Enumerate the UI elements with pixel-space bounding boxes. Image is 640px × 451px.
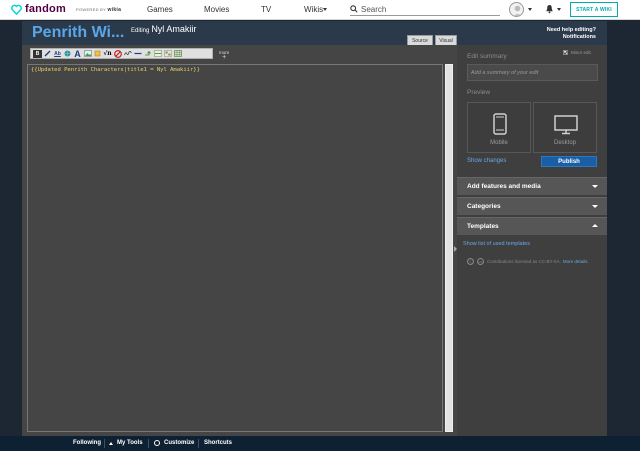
more-details-link[interactable]: More details. (563, 259, 589, 264)
nav-tv[interactable]: TV (261, 5, 271, 14)
textarea-scrollbar[interactable] (445, 64, 453, 432)
fandom-logo[interactable]: fandom (11, 3, 66, 15)
my-tools-button[interactable]: My Tools (109, 440, 143, 446)
nowiki-icon[interactable] (113, 49, 122, 58)
preview-desktop-button[interactable]: Desktop (533, 102, 597, 153)
source-toolbar: B Ab A √n (30, 48, 213, 59)
chevron-down-icon (592, 205, 598, 208)
search-icon (350, 5, 358, 13)
image-icon[interactable] (83, 50, 92, 58)
edit-rail: Edit summary Minor edit Add a summary of… (457, 45, 607, 436)
customize-button[interactable]: Customize (154, 440, 194, 446)
section-categories[interactable]: Categories (457, 197, 607, 215)
mobile-phone-icon (493, 113, 507, 135)
redirect-icon[interactable] (143, 50, 152, 58)
global-navigation: fandom POWERED BY wikia Games Movies TV … (0, 0, 640, 20)
global-footer-toolbar: Following My Tools Customize Shortcuts (0, 436, 640, 451)
editor-panel: B Ab A √n more + {{Updated Penrith Chara… (22, 45, 457, 436)
chevron-up-icon (109, 441, 113, 445)
cc-by-icon: cc (477, 258, 484, 265)
notifications-bell-icon[interactable] (545, 4, 554, 14)
horizontal-line-icon[interactable] (133, 50, 142, 58)
strike-icon[interactable] (153, 50, 162, 58)
media-icon[interactable] (93, 50, 102, 58)
nav-games[interactable]: Games (147, 5, 173, 14)
publish-button[interactable]: Publish (541, 156, 597, 167)
edit-summary-heading: Edit summary (467, 53, 507, 60)
following-button[interactable]: Following (73, 440, 101, 446)
chevron-up-icon (592, 224, 598, 227)
editing-page-title: Editing Nyl Amakiir (131, 24, 197, 34)
editor-header: Penrith Wi... Editing Nyl Amakiir Need h… (22, 21, 607, 45)
italic-icon[interactable] (43, 50, 52, 58)
source-textarea[interactable]: {{Updated Penrith Characters|title1 = Ny… (27, 64, 443, 432)
edit-summary-input[interactable]: Add a summary of your edit (467, 64, 598, 81)
tab-visual[interactable]: Visual (435, 35, 457, 45)
chevron-down-icon (592, 185, 598, 188)
show-used-templates-link[interactable]: Show list of used templates (463, 241, 530, 247)
fandom-heart-icon (11, 4, 22, 15)
wikis-chevron-down-icon (323, 8, 327, 11)
math-icon[interactable]: √n (103, 50, 112, 58)
wiki-title[interactable]: Penrith Wi... (32, 24, 124, 42)
more-toolbar-button[interactable]: more + (219, 50, 229, 61)
tab-source[interactable]: Source (407, 35, 433, 45)
nav-movies[interactable]: Movies (204, 5, 229, 14)
signature-icon[interactable] (123, 50, 132, 58)
gear-icon (154, 440, 160, 446)
wikitext-content[interactable]: {{Updated Penrith Characters|title1 = Ny… (31, 67, 200, 73)
checkbox-checked-icon[interactable] (563, 50, 568, 55)
link-icon[interactable]: Ab (53, 50, 62, 58)
help-links: Need help editing? Notifications (547, 27, 596, 41)
user-menu-chevron-down-icon[interactable] (528, 8, 532, 11)
toolbar-divider (148, 439, 149, 448)
notifications-link[interactable]: Notifications (547, 34, 596, 41)
shortcuts-button[interactable]: Shortcuts (204, 440, 232, 446)
start-a-wiki-button[interactable]: START A WIKI (570, 2, 618, 17)
help-editing-link[interactable]: Need help editing? (547, 27, 596, 34)
license-info: ⓒ cc Contributions licensed as CC-BY-SA.… (467, 258, 589, 265)
nav-wikis[interactable]: Wikis (304, 5, 323, 14)
table-icon[interactable] (173, 50, 182, 58)
cc-license-icon: ⓒ (467, 258, 474, 265)
preview-heading: Preview (467, 89, 491, 96)
section-add-features-media[interactable]: Add features and media (457, 177, 607, 195)
notifications-chevron-down-icon[interactable] (557, 8, 561, 11)
plus-icon: + (222, 54, 227, 61)
show-changes-link[interactable]: Show changes (467, 158, 506, 164)
toolbar-divider (198, 439, 199, 448)
external-link-icon[interactable] (63, 50, 72, 58)
powered-by-wikia: POWERED BY wikia (76, 7, 122, 13)
user-silhouette-icon (513, 5, 522, 16)
preview-mobile-button[interactable]: Mobile (467, 102, 531, 153)
gallery-icon[interactable] (163, 50, 172, 58)
section-templates[interactable]: Templates (457, 217, 607, 235)
scrollbar-thumb[interactable] (446, 65, 452, 431)
bold-icon[interactable]: B (33, 49, 42, 58)
headline-icon[interactable]: A (73, 49, 82, 59)
fandom-wordmark: fandom (25, 3, 66, 15)
minor-edit-checkbox[interactable]: Minor edit (563, 50, 591, 55)
toolbar-divider (104, 439, 105, 448)
desktop-monitor-icon (554, 115, 578, 135)
user-avatar[interactable] (509, 2, 524, 17)
search-input[interactable]: Search (350, 3, 500, 16)
